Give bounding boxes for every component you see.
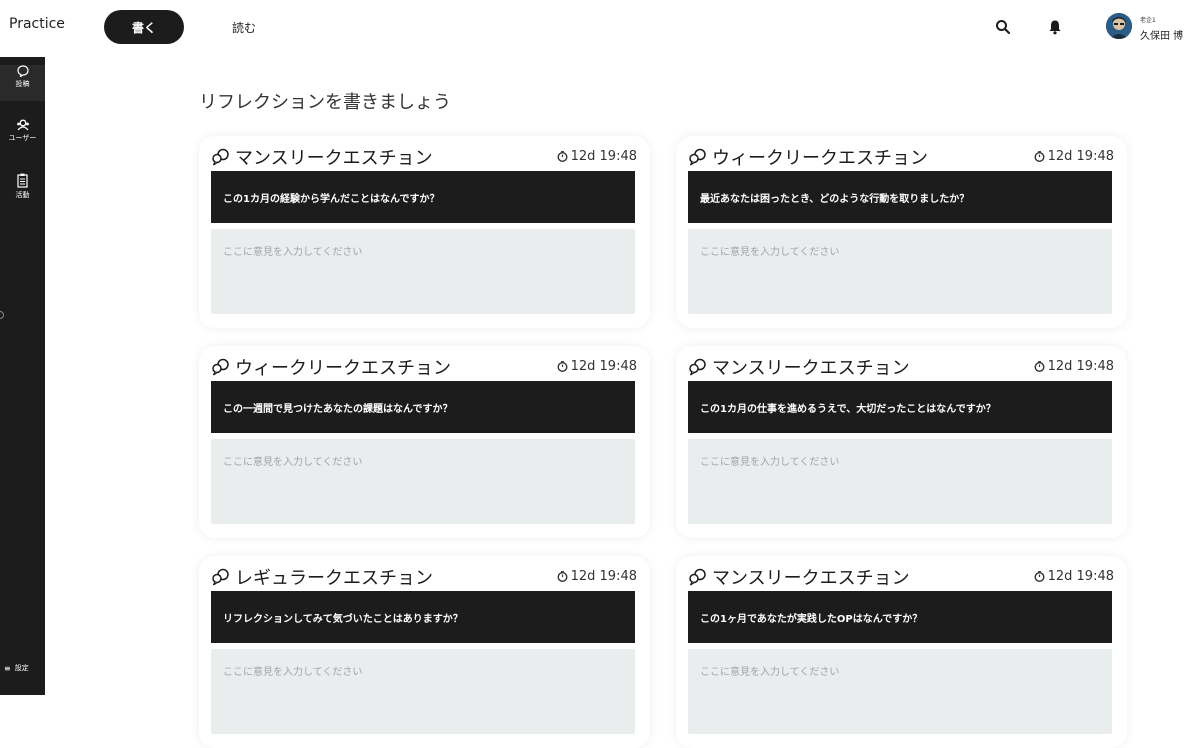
sidebar-item-posts[interactable]: 投稿 [0, 65, 45, 101]
sidebar-item-label: 活動 [15, 191, 30, 199]
speech-bubbles-icon [689, 148, 706, 166]
sidebar-item-label: 投稿 [15, 80, 30, 88]
card-time: 12d 19:48 [557, 149, 637, 164]
app-logo[interactable]: Practice [9, 16, 65, 32]
speech-bubbles-icon [689, 358, 706, 376]
clipboard-icon [17, 173, 28, 188]
chat-bubble-icon [16, 65, 29, 77]
speech-bubbles-icon [212, 358, 229, 376]
card-type-label: ウィークリークエスチョン [712, 148, 928, 169]
user-name[interactable]: 久保田 博 [1140, 27, 1183, 42]
card-question: この1ヶ月であなたが実践したOPはなんですか？ [688, 591, 1112, 643]
card-type-label: レギュラークエスチョン [235, 568, 433, 589]
clock-icon [557, 151, 568, 162]
card-time: 12d 19:48 [557, 569, 637, 584]
clock-icon [557, 361, 568, 372]
card-question: この1カ月の仕事を進めるうえで、大切だったことはなんですか？ [688, 381, 1112, 433]
answer-input[interactable]: ここに意見を入力してください [211, 439, 635, 524]
speech-bubbles-icon [212, 148, 229, 166]
sidebar-item-users[interactable]: ユーザー [0, 119, 45, 149]
card-time: 12d 19:48 [557, 359, 637, 374]
user-avatar[interactable] [1106, 13, 1132, 39]
card-time: 12d 19:48 [1034, 149, 1114, 164]
card-type-heading: レギュラークエスチョン [211, 564, 433, 590]
tab-write[interactable]: 書く [104, 10, 184, 44]
sidebar-item-activity[interactable]: 活動 [0, 173, 45, 205]
card-type-label: マンスリークエスチョン [235, 148, 433, 169]
answer-input[interactable]: ここに意見を入力してください [211, 649, 635, 734]
sidebar: 投稿 ユーザー 活動 ≡ 設定 [0, 57, 45, 695]
users-icon [16, 119, 29, 131]
clock-icon [557, 571, 568, 582]
question-card: マンスリークエスチョン 12d 19:48 この1カ月の経験から学んだことはなん… [199, 136, 650, 328]
answer-input[interactable]: ここに意見を入力してください [211, 229, 635, 314]
card-time-text: 12d 19:48 [570, 149, 637, 164]
card-time-text: 12d 19:48 [1047, 359, 1114, 374]
clock-icon [1034, 151, 1045, 162]
card-time-text: 12d 19:48 [570, 569, 637, 584]
menu-icon: ≡ [4, 663, 11, 673]
question-card: ウィークリークエスチョン 12d 19:48 この一週間で見つけたあなたの課題は… [199, 346, 650, 538]
card-time: 12d 19:48 [1034, 359, 1114, 374]
card-question: この一週間で見つけたあなたの課題はなんですか？ [211, 381, 635, 433]
card-type-heading: ウィークリークエスチョン [211, 354, 451, 380]
question-card: レギュラークエスチョン 12d 19:48 リフレクションしてみて気づいたことは… [199, 556, 650, 748]
card-time: 12d 19:48 [1034, 569, 1114, 584]
card-question: リフレクションしてみて気づいたことはありますか？ [211, 591, 635, 643]
sidebar-settings[interactable]: ≡ 設定 [4, 663, 29, 673]
settings-label: 設定 [14, 664, 29, 672]
sidebar-item-label: ユーザー [8, 134, 37, 142]
answer-input[interactable]: ここに意見を入力してください [688, 439, 1112, 524]
card-question: この1カ月の経験から学んだことはなんですか？ [211, 171, 635, 223]
bell-icon[interactable] [1045, 17, 1065, 37]
speech-bubbles-icon [689, 568, 706, 586]
page-title: リフレクションを書きましょう [199, 92, 451, 113]
card-time-text: 12d 19:48 [570, 359, 637, 374]
card-type-label: マンスリークエスチョン [712, 358, 910, 379]
question-card: マンスリークエスチョン 12d 19:48 この1ヶ月であなたが実践したOPはな… [676, 556, 1127, 748]
top-header: Practice 書く 読む 老企1 久保田 博 [0, 0, 1200, 55]
card-type-heading: マンスリークエスチョン [688, 564, 910, 590]
clock-icon [1034, 571, 1045, 582]
card-type-heading: ウィークリークエスチョン [688, 144, 928, 170]
question-card: マンスリークエスチョン 12d 19:48 この1カ月の仕事を進めるうえで、大切… [676, 346, 1127, 538]
card-time-text: 12d 19:48 [1047, 569, 1114, 584]
answer-input[interactable]: ここに意見を入力してください [688, 649, 1112, 734]
sidebar-toggle-handle[interactable] [0, 311, 4, 319]
tab-read[interactable]: 読む [222, 10, 266, 44]
question-card: ウィークリークエスチョン 12d 19:48 最近あなたは困ったとき、どのような… [676, 136, 1127, 328]
card-question: 最近あなたは困ったとき、どのような行動を取りましたか？ [688, 171, 1112, 223]
search-icon[interactable] [993, 17, 1013, 37]
card-time-text: 12d 19:48 [1047, 149, 1114, 164]
clock-icon [1034, 361, 1045, 372]
card-type-heading: マンスリークエスチョン [211, 144, 433, 170]
user-role: 老企1 [1140, 17, 1156, 24]
card-type-heading: マンスリークエスチョン [688, 354, 910, 380]
answer-input[interactable]: ここに意見を入力してください [688, 229, 1112, 314]
card-type-label: マンスリークエスチョン [712, 568, 910, 589]
speech-bubbles-icon [212, 568, 229, 586]
card-type-label: ウィークリークエスチョン [235, 358, 451, 379]
